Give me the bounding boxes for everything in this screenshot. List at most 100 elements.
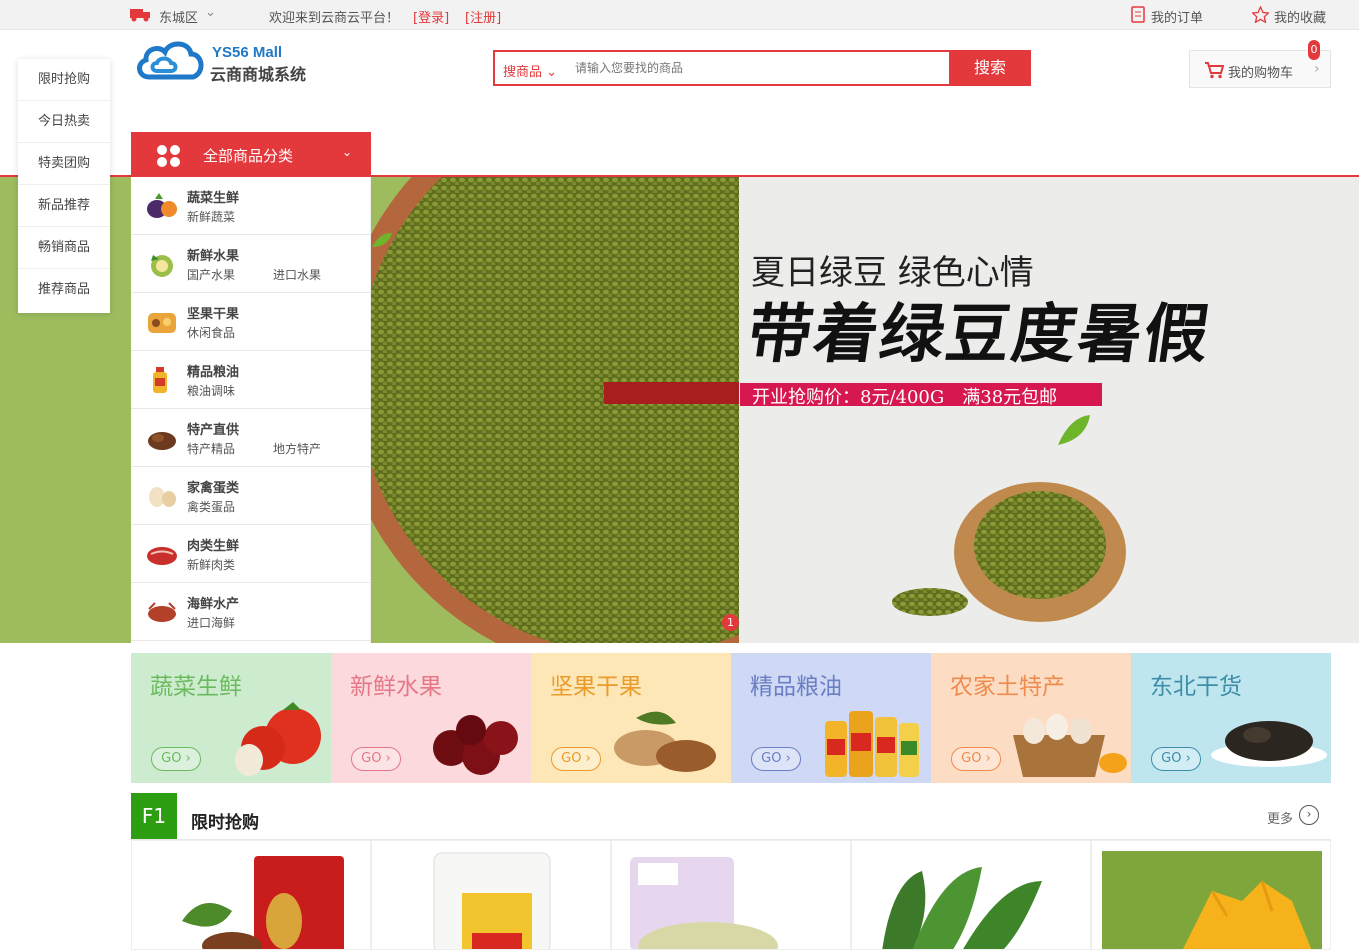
tile-title: 东北干货 (1150, 674, 1242, 700)
login-link[interactable]: [登录] (413, 7, 449, 26)
category-sub[interactable]: 休闲食品 (187, 324, 235, 341)
specialty-icon (148, 432, 176, 450)
egg-basket-image (1013, 714, 1127, 777)
product-image (433, 852, 551, 949)
category-sub[interactable]: 国产水果 (187, 266, 235, 283)
category-tile[interactable]: 新鲜水果 GO › (331, 653, 531, 783)
category-item[interactable]: 特产直供 特产精品 地方特产 (131, 409, 370, 467)
grid-icon (157, 145, 181, 167)
go-button[interactable]: GO › (951, 747, 1001, 771)
chevron-right-circle-icon[interactable]: › (1299, 805, 1319, 825)
logo-cn-text: 云商商城系统 (210, 65, 307, 84)
sidenav-item[interactable]: 限时抢购 (18, 59, 110, 101)
category-item[interactable]: 家禽蛋类 禽类蛋品 (131, 467, 370, 525)
search-category-label: 搜商品 (503, 65, 543, 80)
cart-button[interactable]: 我的购物车 0 › (1189, 40, 1331, 88)
category-sub[interactable]: 地方特产 (273, 440, 321, 457)
my-favorites-link[interactable]: 我的收藏 (1274, 7, 1326, 26)
category-item[interactable]: 精品粮油 粮油调味 (131, 351, 370, 409)
all-categories-label: 全部商品分类 (203, 147, 294, 165)
top-bar: 东城区 ⌄ 欢迎来到云商云平台！ [登录] [注册] 我的订单 我的收藏 (0, 0, 1359, 30)
tile-title: 新鲜水果 (350, 674, 442, 700)
my-orders-link[interactable]: 我的订单 (1151, 7, 1203, 26)
floor-title: 限时抢购 (191, 813, 259, 833)
register-link[interactable]: [注册] (465, 7, 501, 26)
truck-icon (130, 9, 150, 22)
search-button[interactable]: 搜索 (949, 50, 1031, 86)
category-tile[interactable]: 精品粮油 GO › (731, 653, 931, 783)
category-sub[interactable]: 新鲜蔬菜 (187, 208, 235, 225)
meat-icon (147, 547, 177, 565)
tile-title: 蔬菜生鲜 (150, 674, 242, 700)
logo-en-text: YS56 Mall (212, 44, 283, 61)
go-button[interactable]: GO › (1151, 747, 1201, 771)
product-image (182, 856, 344, 949)
floating-side-nav: 限时抢购 今日热卖 特卖团购 新品推荐 畅销商品 推荐商品 (18, 59, 110, 313)
go-button[interactable]: GO › (351, 747, 401, 771)
tile-title: 坚果干果 (550, 674, 642, 700)
nut-icon (148, 313, 176, 333)
category-tile[interactable]: 蔬菜生鲜 GO › (131, 653, 331, 783)
chevron-down-icon: ⌄ (546, 65, 558, 80)
chevron-down-icon[interactable]: ⌄ (205, 5, 216, 20)
tomato-image (235, 702, 321, 776)
product-image (1102, 851, 1322, 949)
category-tiles: 蔬菜生鲜 GO › 新鲜水果 GO › 坚果干果 GO › 精品粮油 GO › … (131, 653, 1331, 783)
product-row (131, 840, 1331, 950)
floor-header: F1 限时抢购 更多 › (131, 793, 1331, 840)
category-sub[interactable]: 进口水果 (273, 266, 321, 283)
tile-title: 农家土特产 (950, 674, 1065, 700)
product-card[interactable] (1091, 840, 1331, 950)
category-item[interactable]: 新鲜水果 国产水果 进口水果 (131, 235, 370, 293)
category-title: 新鲜水果 (187, 249, 240, 264)
oil-bottle-icon (153, 367, 167, 393)
location-selector[interactable]: 东城区 (159, 7, 198, 26)
product-card[interactable] (611, 840, 851, 950)
go-button[interactable]: GO › (151, 747, 201, 771)
category-list: 蔬菜生鲜 新鲜蔬菜 新鲜水果 国产水果 进口水果 坚果干果 休闲食品 精品粮油 … (131, 177, 371, 643)
search-category-dropdown[interactable]: 搜商品 ⌄ (503, 61, 557, 80)
category-title: 精品粮油 (187, 365, 240, 380)
sidenav-item[interactable]: 推荐商品 (18, 269, 110, 311)
banner-price-text: 开业抢购价：8元/400G 满38元包邮 (752, 387, 1058, 408)
product-card[interactable] (131, 840, 371, 950)
category-sub[interactable]: 新鲜肉类 (187, 556, 235, 573)
category-sub[interactable]: 粮油调味 (187, 382, 235, 399)
category-title: 肉类生鲜 (187, 539, 240, 554)
go-button[interactable]: GO › (551, 747, 601, 771)
sidenav-item[interactable]: 新品推荐 (18, 185, 110, 227)
product-card[interactable] (851, 840, 1091, 950)
more-link[interactable]: 更多 (1267, 808, 1293, 827)
cart-count-badge: 0 (1308, 40, 1320, 60)
category-item[interactable]: 蔬菜生鲜 新鲜蔬菜 (131, 177, 370, 235)
floor-number: F1 (131, 793, 177, 839)
egg-icon (149, 487, 176, 507)
carousel-dot[interactable]: 1 (722, 614, 739, 631)
tile-title: 精品粮油 (750, 674, 842, 700)
category-tile[interactable]: 农家土特产 GO › (931, 653, 1131, 783)
sidenav-item[interactable]: 今日热卖 (18, 101, 110, 143)
search-input[interactable] (575, 54, 945, 82)
banner-title: 带着绿豆度暑假 (742, 297, 1216, 372)
chevron-down-icon: ⌄ (342, 145, 353, 159)
product-card[interactable] (371, 840, 611, 950)
category-item[interactable]: 海鲜水产 进口海鲜 (131, 583, 370, 641)
cart-label: 我的购物车 (1228, 66, 1294, 81)
category-sub[interactable]: 特产精品 (187, 440, 235, 457)
category-sub[interactable]: 禽类蛋品 (187, 498, 235, 515)
category-title: 特产直供 (187, 423, 240, 438)
cloud-logo-icon (137, 41, 204, 80)
go-button[interactable]: GO › (751, 747, 801, 771)
product-image (882, 867, 1042, 949)
category-sub[interactable]: 进口海鲜 (187, 614, 235, 631)
category-tile[interactable]: 东北干货 GO › (1131, 653, 1331, 783)
sidenav-item[interactable]: 特卖团购 (18, 143, 110, 185)
category-item[interactable]: 坚果干果 休闲食品 (131, 293, 370, 351)
sidenav-item[interactable]: 畅销商品 (18, 227, 110, 269)
all-categories-button[interactable]: 全部商品分类 ⌄ (131, 132, 371, 176)
category-title: 家禽蛋类 (187, 481, 240, 496)
vegetable-icon (147, 193, 177, 218)
category-item[interactable]: 肉类生鲜 新鲜肉类 (131, 525, 370, 583)
category-tile[interactable]: 坚果干果 GO › (531, 653, 731, 783)
category-title: 海鲜水产 (187, 597, 240, 612)
